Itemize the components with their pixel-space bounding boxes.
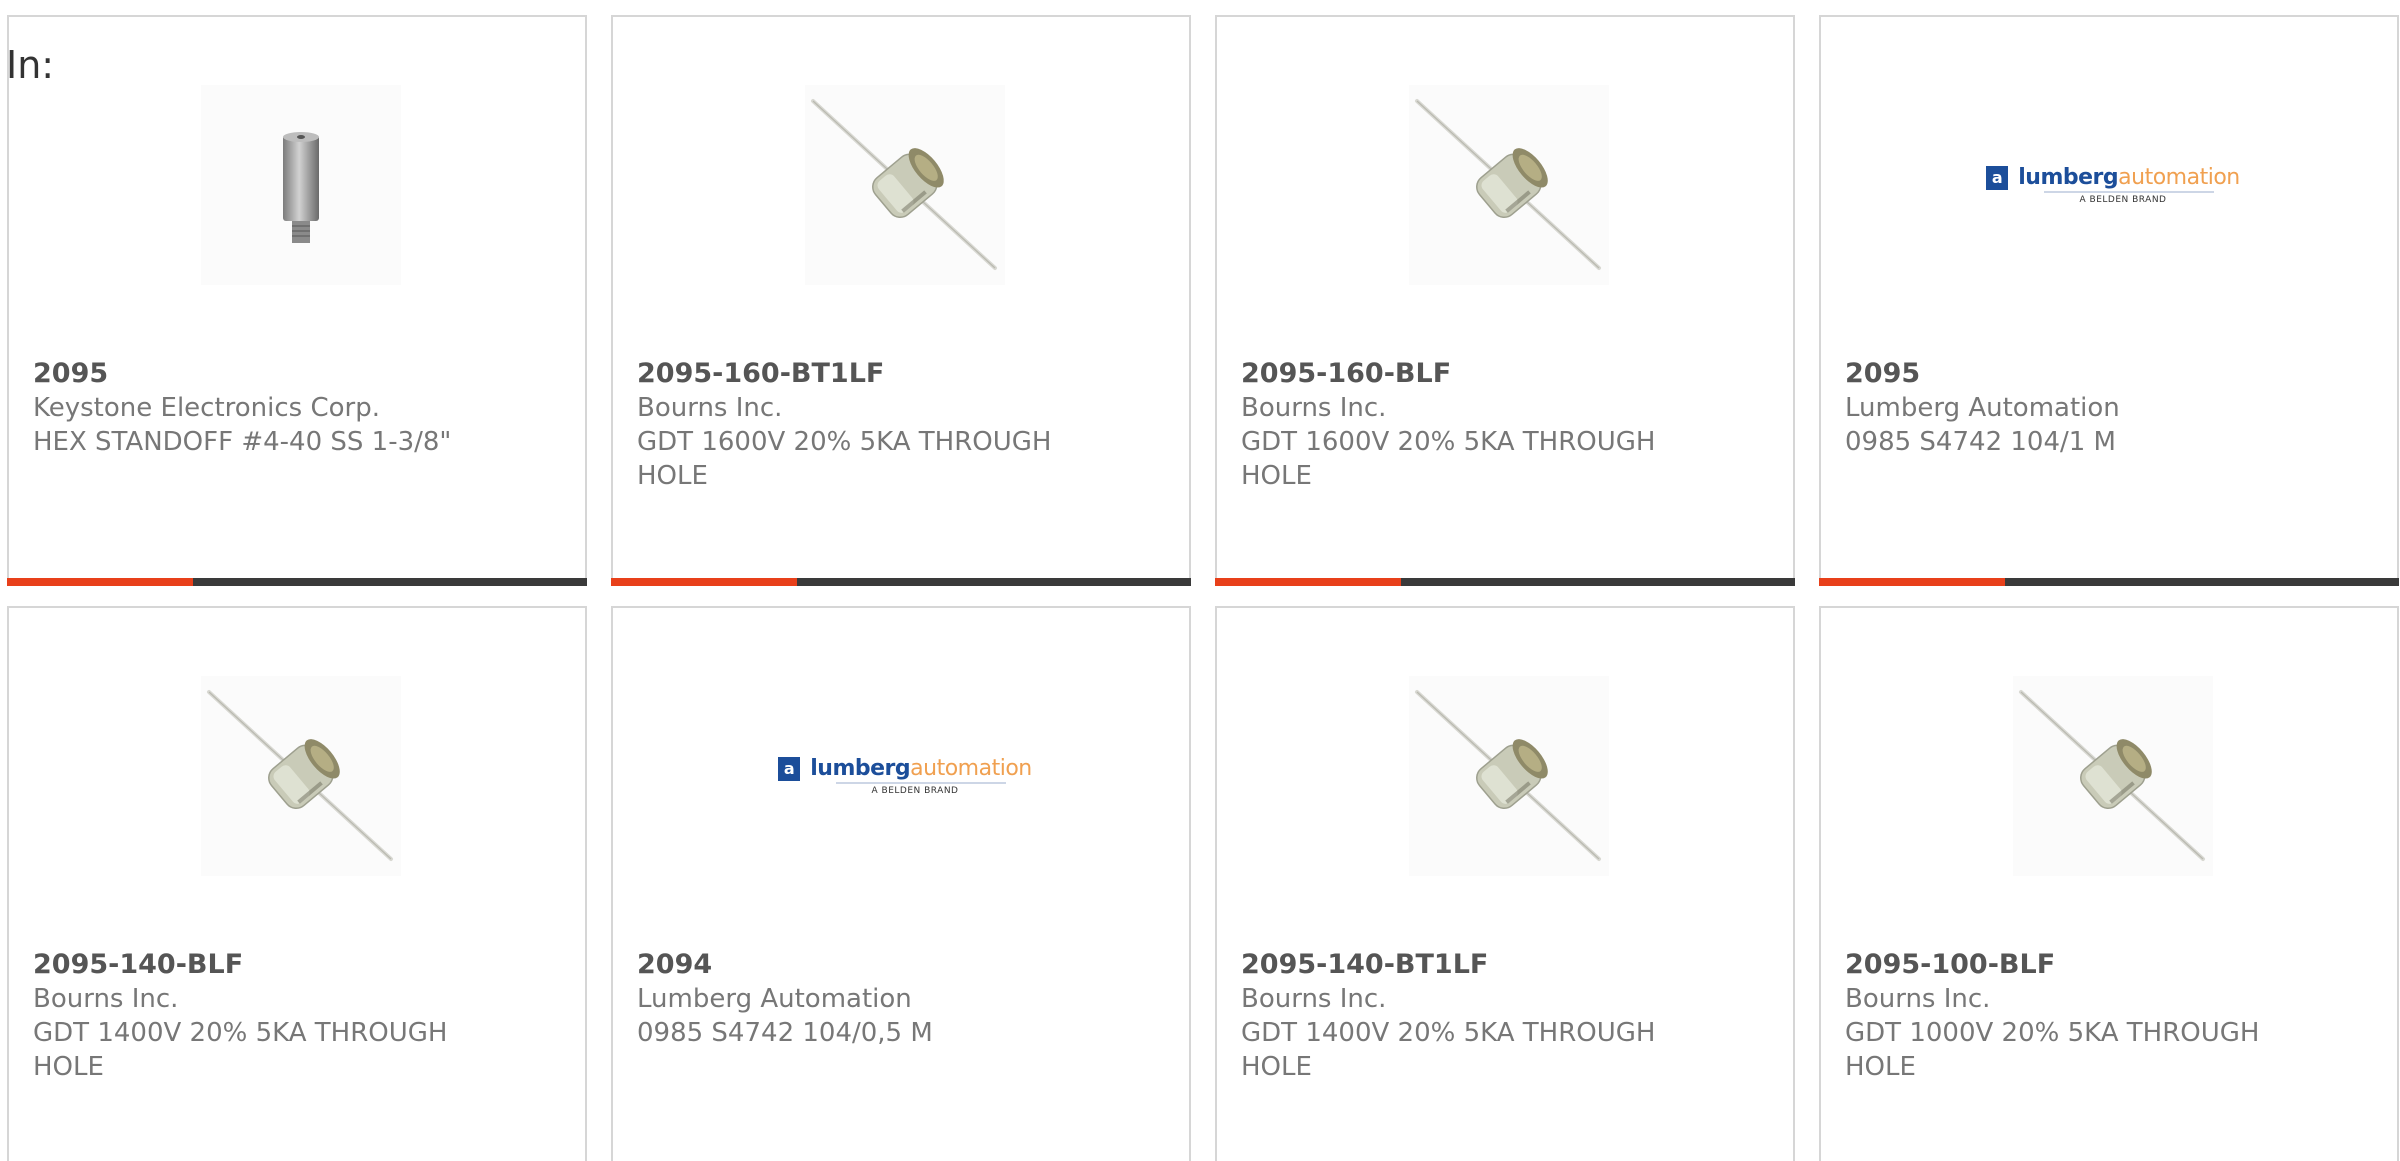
product-image [1409,85,1609,285]
product-info: 2095-140-BLF Bourns Inc. GDT 1400V 20% 5… [33,948,561,1084]
product-description: GDT 1000V 20% 5KA THROUGH HOLE [1845,1018,2260,1082]
product-info: 2094 Lumberg Automation 0985 S4742 104/0… [637,948,1165,1050]
manufacturer-name: Bourns Inc. [1241,393,1387,423]
product-grid: 2095 Keystone Electronics Corp. HEX STAN… [7,15,2399,1161]
card-bottom-bar [1215,578,1795,586]
gas-discharge-tube-icon [805,83,1005,287]
part-number[interactable]: 2095 [33,357,561,391]
manufacturer-name: Lumberg Automation [1845,393,2120,423]
product-image: a lumbergautomation A BELDEN BRAND [778,676,1032,876]
manufacturer-name: Bourns Inc. [1845,984,1991,1014]
product-card[interactable]: 2095-140-BLF Bourns Inc. GDT 1400V 20% 5… [7,606,587,1161]
manufacturer-name: Bourns Inc. [1241,984,1387,1014]
product-card[interactable]: a lumbergautomation A BELDEN BRAND 2094 Lu… [611,606,1191,1161]
lumberg-logo: a lumbergautomation A BELDEN BRAND [1986,165,2240,205]
part-number[interactable]: 2095-160-BLF [1241,357,1769,391]
part-number[interactable]: 2095-140-BLF [33,948,561,982]
in-label: In: [6,43,55,87]
manufacturer-name: Bourns Inc. [637,393,783,423]
part-number[interactable]: 2095-100-BLF [1845,948,2373,982]
product-card[interactable]: 2095-160-BT1LF Bourns Inc. GDT 1600V 20%… [611,15,1191,586]
lumberg-logo: a lumbergautomation A BELDEN BRAND [778,756,1032,796]
logo-wordmark: lumbergautomation [2018,165,2240,190]
card-accent-bar [1215,578,1401,586]
card-bottom-bar [611,578,1191,586]
manufacturer-name: Lumberg Automation [637,984,912,1014]
product-info: 2095-160-BLF Bourns Inc. GDT 1600V 20% 5… [1241,357,1769,493]
gas-discharge-tube-icon [1409,674,1609,878]
logo-divider [836,782,1006,784]
product-description: GDT 1400V 20% 5KA THROUGH HOLE [33,1018,448,1082]
gas-discharge-tube-icon [1409,83,1609,287]
product-info: 2095-100-BLF Bourns Inc. GDT 1000V 20% 5… [1845,948,2373,1084]
card-accent-bar [611,578,797,586]
product-info: 2095-160-BT1LF Bourns Inc. GDT 1600V 20%… [637,357,1165,493]
card-bottom-bar [7,578,587,586]
product-description: GDT 1600V 20% 5KA THROUGH HOLE [637,427,1052,491]
product-description: 0985 S4742 104/1 M [1845,427,2116,457]
product-card[interactable]: 2095-160-BLF Bourns Inc. GDT 1600V 20% 5… [1215,15,1795,586]
hex-standoff-icon [201,83,401,287]
card-accent-bar [1819,578,2005,586]
manufacturer-name: Bourns Inc. [33,984,179,1014]
product-description: HEX STANDOFF #4-40 SS 1-3/8" [33,427,452,457]
product-image [2013,676,2213,876]
logo-mark: a [778,756,801,781]
product-info: 2095 Lumberg Automation 0985 S4742 104/1… [1845,357,2373,459]
manufacturer-name: Keystone Electronics Corp. [33,393,381,423]
product-description: GDT 1400V 20% 5KA THROUGH HOLE [1241,1018,1656,1082]
logo-tagline: A BELDEN BRAND [871,786,959,796]
product-card[interactable]: a lumbergautomation A BELDEN BRAND 2095 Lu… [1819,15,2399,586]
product-image [201,85,401,285]
card-bottom-bar [1819,578,2399,586]
product-image [805,85,1005,285]
part-number[interactable]: 2094 [637,948,1165,982]
product-card[interactable]: 2095 Keystone Electronics Corp. HEX STAN… [7,15,587,586]
logo-divider [2044,191,2214,193]
product-card[interactable]: 2095-140-BT1LF Bourns Inc. GDT 1400V 20%… [1215,606,1795,1161]
search-results-page: In: 2095 Keystone Electronics Corp. HEX … [0,0,2400,1161]
logo-mark: a [1986,165,2009,190]
part-number[interactable]: 2095-160-BT1LF [637,357,1165,391]
product-image: a lumbergautomation A BELDEN BRAND [1986,85,2240,285]
product-image [1409,676,1609,876]
product-image [201,676,401,876]
gas-discharge-tube-icon [2013,674,2213,878]
product-description: GDT 1600V 20% 5KA THROUGH HOLE [1241,427,1656,491]
product-info: 2095 Keystone Electronics Corp. HEX STAN… [33,357,561,459]
logo-wordmark: lumbergautomation [810,756,1032,781]
product-description: 0985 S4742 104/0,5 M [637,1018,933,1048]
product-card[interactable]: 2095-100-BLF Bourns Inc. GDT 1000V 20% 5… [1819,606,2399,1161]
logo-tagline: A BELDEN BRAND [2079,195,2167,205]
part-number[interactable]: 2095 [1845,357,2373,391]
part-number[interactable]: 2095-140-BT1LF [1241,948,1769,982]
gas-discharge-tube-icon [201,674,401,878]
card-accent-bar [7,578,193,586]
product-info: 2095-140-BT1LF Bourns Inc. GDT 1400V 20%… [1241,948,1769,1084]
